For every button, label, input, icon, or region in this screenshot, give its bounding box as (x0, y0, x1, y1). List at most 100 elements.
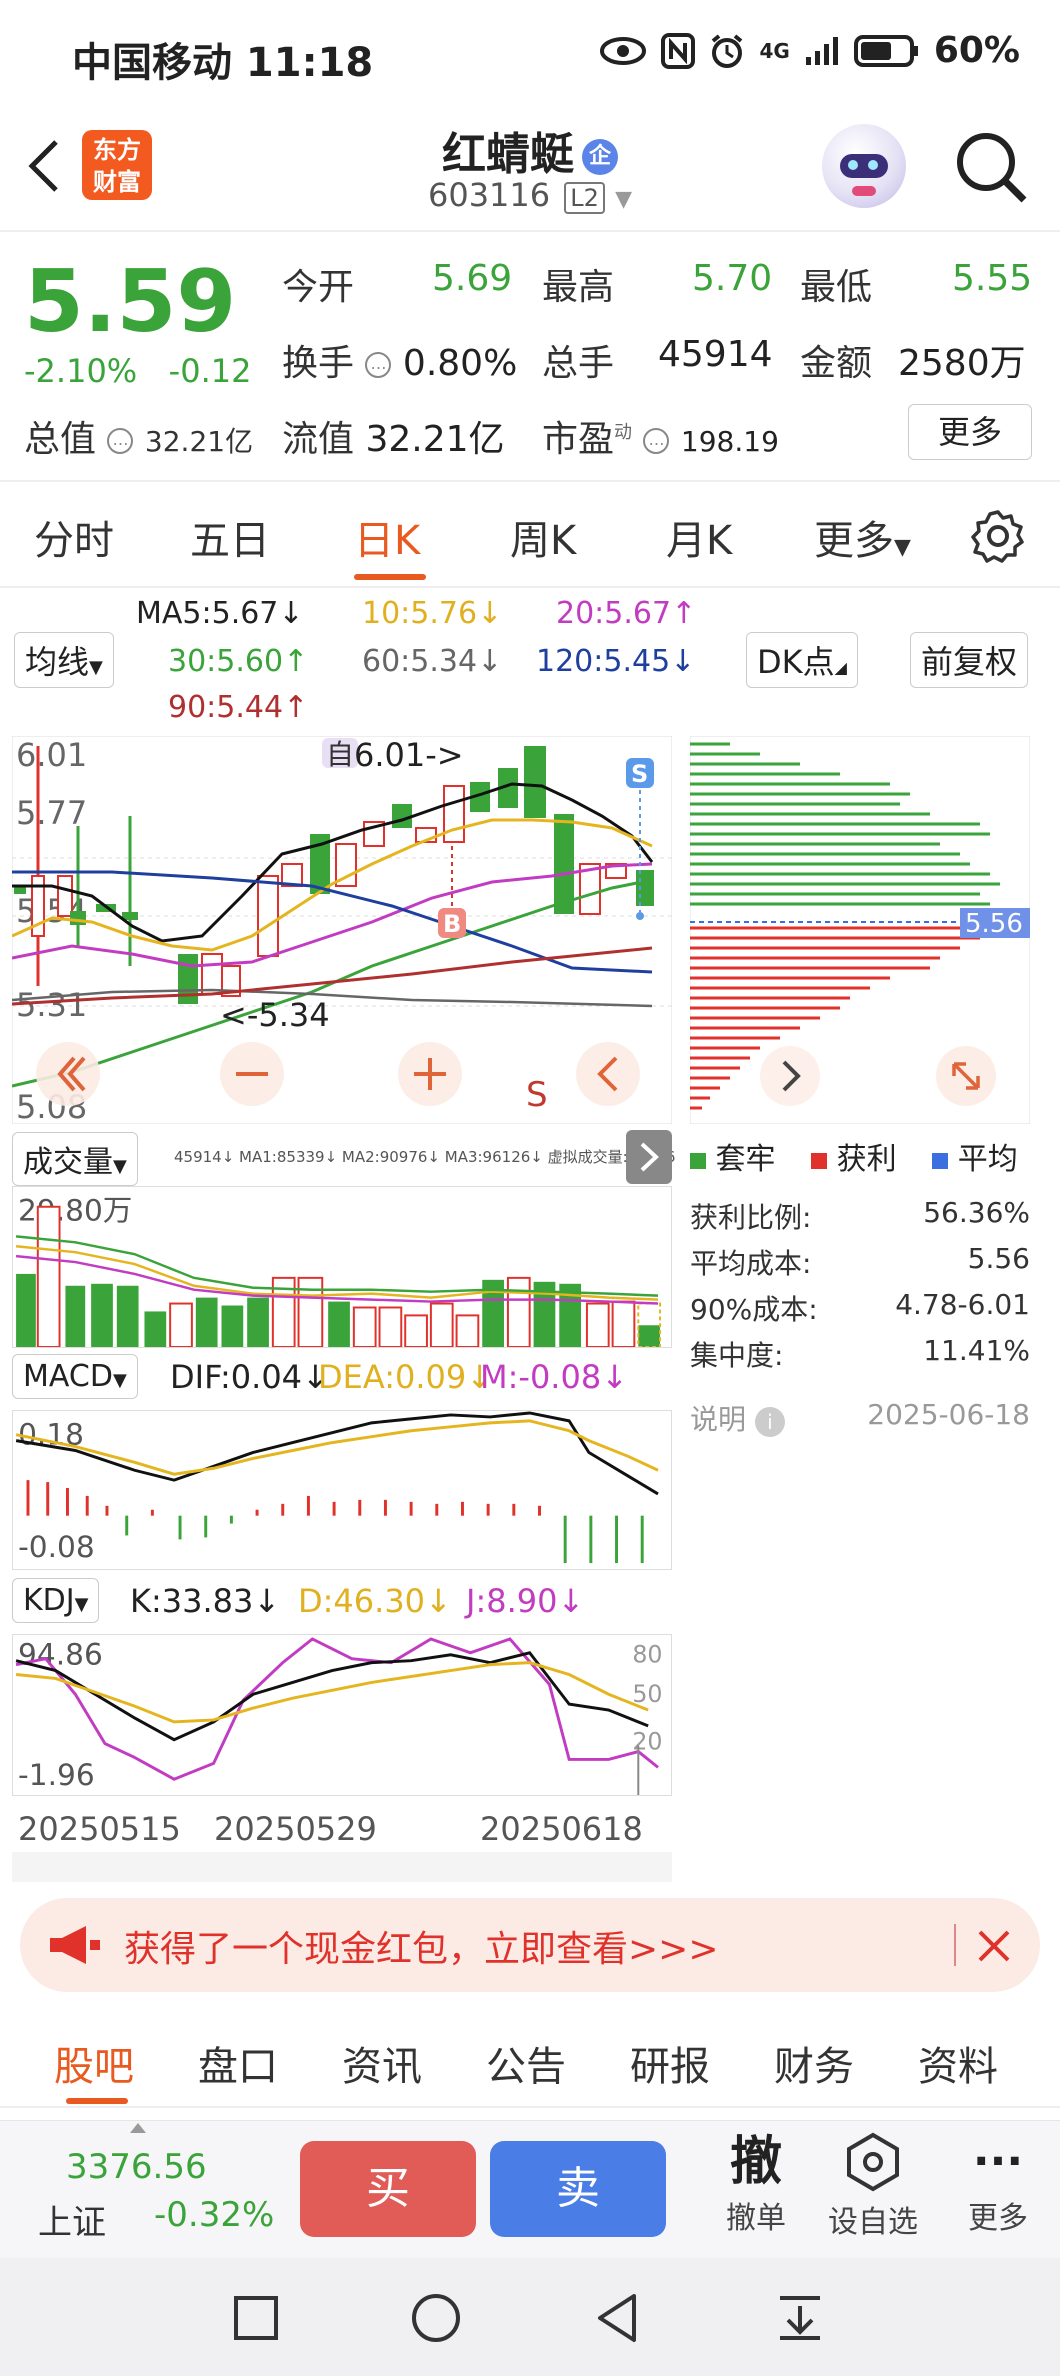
stat-value: 56.36% (923, 1196, 1030, 1229)
volume-stats: 45914↓ MA1:85339↓ MA2:90976↓ MA3:96126↓ … (174, 1148, 676, 1166)
ma-selector[interactable]: 均线▼ (14, 632, 114, 688)
recent-apps-icon[interactable] (232, 2294, 280, 2342)
volume-selector[interactable]: 成交量▼ (12, 1132, 138, 1186)
float-value-row: 流值 32.21亿 (282, 410, 505, 462)
notification-pull-icon[interactable] (774, 2292, 826, 2344)
caret-down-icon: ▼ (89, 657, 103, 678)
index-name[interactable]: 上证 (38, 2195, 106, 2244)
expand-panel-icon[interactable] (626, 1130, 672, 1184)
stat-90-cost: 90%成本: 4.78-6.01 (690, 1288, 1030, 1328)
index-value[interactable]: 3376.56 (66, 2147, 207, 2187)
legend-average: 平均 (932, 1142, 1018, 1177)
battery-level: 60% (933, 30, 1020, 71)
macd-y-bottom: -0.08 (18, 1530, 95, 1564)
kdj-ref-80: 80 (632, 1641, 662, 1669)
back-nav-icon[interactable] (594, 2292, 642, 2344)
tab-five-day[interactable]: 五日 (190, 508, 270, 566)
chevron-down-icon[interactable]: ▼ (615, 187, 632, 212)
stat-concentration: 集中度: 11.41% (690, 1334, 1030, 1374)
low-label: 最低 (800, 267, 873, 308)
change-row: -2.10% -0.12 (24, 350, 251, 391)
chip-note[interactable]: 说明 i (690, 1398, 785, 1438)
macd-selector[interactable]: MACD▼ (12, 1354, 138, 1399)
search-icon[interactable] (952, 128, 1032, 208)
level-badge[interactable]: L2 (564, 182, 605, 214)
y-tick-top: 6.01 (16, 736, 87, 774)
tab-announcements[interactable]: 公告 (486, 2034, 566, 2092)
chart-footer-strip (12, 1852, 672, 1882)
adjust-selector[interactable]: 前复权 (910, 632, 1029, 688)
tab-news[interactable]: 资讯 (342, 2034, 422, 2092)
kdj-y-bottom: -1.96 (18, 1758, 95, 1792)
low-price-marker: <-5.34 (220, 996, 330, 1034)
stat-label: 获利比例: (690, 1201, 812, 1234)
stat-label: 平均成本: (690, 1247, 812, 1280)
scroll-left-icon[interactable] (36, 1042, 100, 1106)
open-row: 今开 (282, 258, 354, 310)
kdj-chart[interactable]: 94.86 -1.96 80 50 20 (12, 1634, 672, 1796)
banner-text: 获得了一个现金红包，立即查看>>> (124, 1929, 719, 1970)
kdj-selector[interactable]: KDJ▼ (12, 1578, 100, 1623)
macd-header: MACD▼ DIF:0.04↓ DEA:0.09↓ M:-0.08↓ (12, 1352, 672, 1404)
info-icon[interactable]: … (365, 352, 392, 378)
zoom-in-icon[interactable] (398, 1042, 462, 1106)
chip-distribution-chart[interactable]: 5.56 (690, 736, 1030, 1124)
stat-average-cost: 平均成本: 5.56 (690, 1242, 1030, 1282)
set-watchlist-button[interactable]: 设自选 (818, 2131, 928, 2241)
tab-more-label: 更多 (814, 518, 894, 564)
turnover-value: 0.80% (402, 343, 518, 384)
info-icon[interactable]: … (107, 428, 134, 454)
caret-down-icon: ▼ (74, 1594, 89, 1615)
gear-icon[interactable] (970, 508, 1026, 564)
volume-header: 成交量▼ 45914↓ MA1:85339↓ MA2:90976↓ MA3:96… (12, 1130, 676, 1186)
total-value-row: 总值 … 32.21亿 (24, 410, 253, 462)
tab-more[interactable]: 更多▼ (814, 508, 911, 566)
info-icon[interactable]: … (643, 428, 670, 454)
fullscreen-icon[interactable] (936, 1046, 996, 1106)
chip-date: 2025-06-18 (867, 1398, 1030, 1431)
cancel-order-button[interactable]: 撤 撤单 (706, 2131, 806, 2237)
ai-assistant-avatar[interactable] (822, 124, 906, 208)
stat-label: 集中度: (690, 1339, 784, 1372)
step-back-icon[interactable] (576, 1042, 640, 1106)
float-value: 32.21亿 (365, 419, 505, 460)
sell-button[interactable]: 卖 (490, 2141, 666, 2237)
tab-weekly-k[interactable]: 周K (510, 508, 576, 566)
tab-forum[interactable]: 股吧 (54, 2034, 134, 2092)
zoom-out-icon[interactable] (220, 1042, 284, 1106)
tab-monthly-k[interactable]: 月K (666, 508, 732, 566)
macd-selector-label: MACD (23, 1359, 113, 1394)
buy-button[interactable]: 买 (300, 2141, 476, 2237)
high-value: 5.70 (692, 258, 773, 299)
red-packet-banner[interactable]: 获得了一个现金红包，立即查看>>> (20, 1898, 1040, 1992)
close-icon[interactable] (974, 1926, 1014, 1966)
set-watchlist-label: 设自选 (828, 2205, 918, 2240)
stat-value: 11.41% (923, 1334, 1030, 1367)
index-change[interactable]: -0.32% (154, 2195, 274, 2235)
home-icon[interactable] (410, 2292, 462, 2344)
alarm-icon (712, 33, 743, 68)
quote-more-button[interactable]: 更多 (908, 404, 1032, 460)
tab-research[interactable]: 研报 (630, 2034, 710, 2092)
expand-right-icon[interactable] (760, 1046, 820, 1106)
ma120-value: 120:5.45↓ (536, 644, 696, 679)
tab-order-book[interactable]: 盘口 (198, 2034, 278, 2092)
index-expand-icon[interactable] (130, 2123, 146, 2133)
amount-value: 2580万 (898, 343, 1026, 384)
enterprise-badge: 企 (582, 139, 618, 175)
candlestick-chart[interactable]: 6.01 5.77 5.54 5.31 5.08 自 6.01-> <-5.34… (12, 736, 672, 1124)
tab-daily-k[interactable]: 日K (354, 508, 420, 566)
tab-intraday[interactable]: 分时 (34, 508, 114, 566)
kdj-j-line (15, 1637, 659, 1781)
macd-chart[interactable]: 0.18 -0.08 (12, 1410, 672, 1570)
volume-y-top: 29.80万 (18, 1194, 132, 1228)
tab-financials[interactable]: 财务 (774, 2034, 854, 2092)
dk-point-selector[interactable]: DK点◢ (746, 632, 858, 688)
more-button[interactable]: ··· 更多 (948, 2131, 1048, 2237)
signal-icon (805, 36, 838, 65)
tab-profile[interactable]: 资料 (918, 2034, 998, 2092)
volume-chart[interactable]: 29.80万 (12, 1186, 672, 1348)
macd-dea: DEA:0.09↓ (318, 1358, 494, 1396)
info-icon: i (754, 1407, 785, 1437)
cancel-order-label: 撤单 (726, 2201, 786, 2236)
